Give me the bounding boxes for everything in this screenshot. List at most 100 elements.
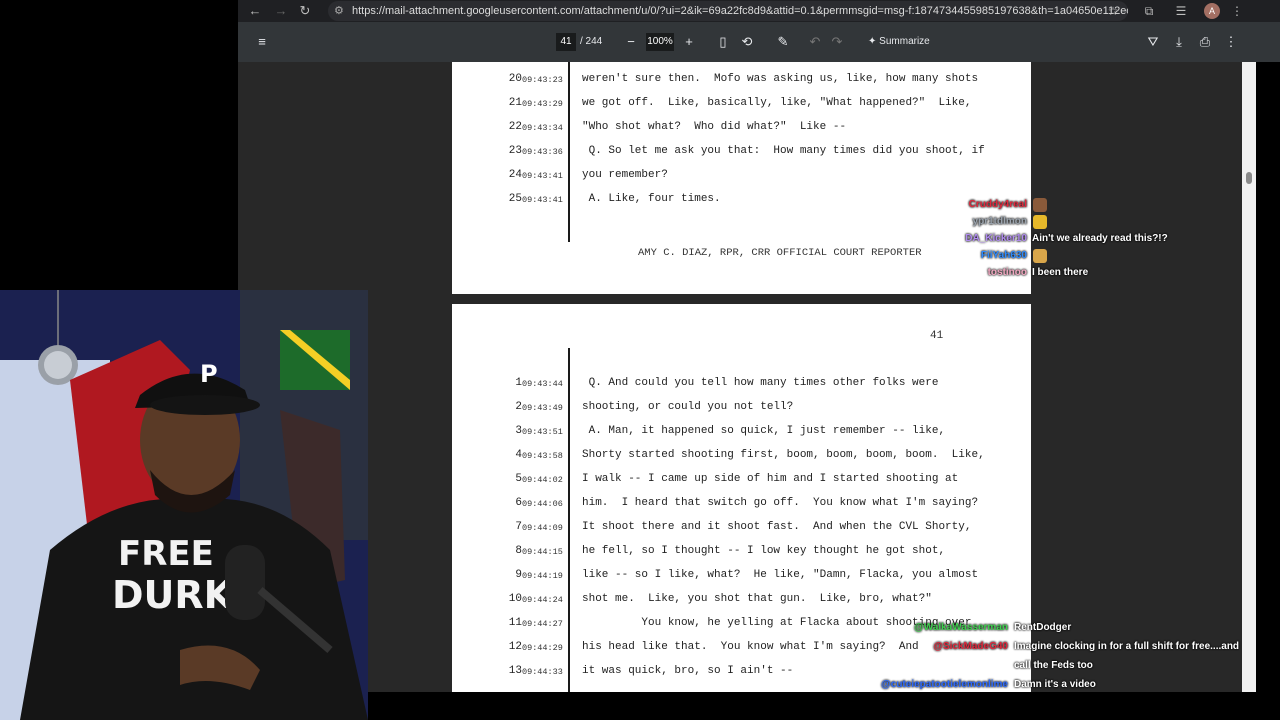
page-total: / 244 bbox=[580, 36, 603, 47]
line-text: he fell, so I thought -- I low key thoug… bbox=[582, 545, 946, 557]
chat-username: @SickMadeG40 bbox=[933, 641, 1008, 652]
line-timestamp: 09:44:24 bbox=[522, 595, 563, 605]
line-text: It shoot there and it shoot fast. And wh… bbox=[582, 521, 972, 533]
scrollbar-thumb[interactable] bbox=[1246, 172, 1252, 184]
line-number: 10 bbox=[508, 593, 522, 605]
undo-icon[interactable]: ↶ bbox=[808, 34, 822, 50]
pdf-toolbar: ≡ 41 / 244 − 100% + ▯ ⟲ ✎ ↶ ↷ ✦ Summariz… bbox=[238, 22, 1280, 62]
line-number: 22 bbox=[508, 121, 522, 133]
back-icon[interactable]: ← bbox=[246, 2, 264, 20]
chat-username: @WalkaWasserman bbox=[913, 622, 1008, 633]
line-timestamp: 09:43:34 bbox=[522, 123, 563, 133]
extensions-icon[interactable]: ⧉ bbox=[1140, 2, 1158, 20]
transcript-line: 3 09:43:51 A. Man, it happened so quick, … bbox=[452, 422, 1031, 446]
chat-text: I been there bbox=[1032, 267, 1089, 278]
line-number: 20 bbox=[508, 73, 522, 85]
line-number: 5 bbox=[515, 473, 522, 485]
chat-username: tostinoo bbox=[987, 267, 1027, 278]
right-black-region bbox=[1256, 62, 1280, 692]
summarize-icon: ✦ bbox=[868, 36, 880, 47]
transcript-line: 22 09:43:34 "Who shot what? Who did what?"… bbox=[452, 118, 1031, 142]
line-timestamp: 09:44:19 bbox=[522, 571, 563, 581]
transcript-line: 1 09:43:44 Q. And could you tell how many… bbox=[452, 374, 1031, 398]
line-text: "Who shot what? Who did what?" Like -- bbox=[582, 121, 847, 133]
shirt-text-line-1: FREE bbox=[118, 534, 214, 574]
bottom-black-strip bbox=[238, 692, 1280, 720]
chat-text: call the Feds too bbox=[1014, 660, 1093, 671]
page-number-input[interactable]: 41 bbox=[556, 33, 576, 51]
line-text: it was quick, bro, so I ain't -- bbox=[582, 665, 794, 677]
summarize-button[interactable]: ✦ Summarize bbox=[868, 34, 930, 50]
menu-icon[interactable]: ≡ bbox=[254, 34, 270, 50]
line-text: shot me. Like, you shot that gun. Like, … bbox=[582, 593, 932, 605]
shirt-text-line-2: DURK bbox=[112, 573, 235, 617]
transcript-line: 9 09:44:19 like -- so I like, what? He lik… bbox=[452, 566, 1031, 590]
chat-text: Ain't we already read this?!? bbox=[1032, 233, 1168, 244]
line-timestamp: 09:43:41 bbox=[522, 195, 563, 205]
address-bar[interactable]: ⚙ https://mail-attachment.googleusercont… bbox=[328, 1, 1128, 21]
browser-toolbar: ← → ↻ ⚙ https://mail-attachment.googleus… bbox=[238, 0, 1280, 22]
line-timestamp: 09:43:41 bbox=[522, 171, 563, 181]
zoom-input[interactable]: 100% bbox=[646, 33, 674, 51]
transcript-line: 6 09:44:06 him. I heard that switch go off… bbox=[452, 494, 1031, 518]
chat-text: Damn it's a video bbox=[1014, 679, 1096, 690]
line-number: 9 bbox=[515, 569, 522, 581]
rotate-icon[interactable]: ⟲ bbox=[740, 34, 754, 50]
webcam-image: P FREE DURK bbox=[0, 290, 368, 720]
line-timestamp: 09:43:44 bbox=[522, 379, 563, 389]
browser-menu-icon[interactable]: ⋮ bbox=[1228, 2, 1246, 20]
line-text: him. I heard that switch go off. You kno… bbox=[582, 497, 979, 509]
line-number: 2 bbox=[515, 401, 522, 413]
pdf-viewer[interactable]: 20 09:43:23 weren't sure then. Mofo was as… bbox=[238, 62, 1242, 692]
chat-text: RentDodger bbox=[1014, 622, 1072, 633]
transcript-line: 8 09:44:15 he fell, so I thought -- I low … bbox=[452, 542, 1031, 566]
line-text: you remember? bbox=[582, 169, 668, 181]
transcript-line: 20 09:43:23 weren't sure then. Mofo was as… bbox=[452, 70, 1031, 94]
line-number: 12 bbox=[508, 641, 522, 653]
line-number: 25 bbox=[508, 193, 522, 205]
print-icon[interactable]: ⎙ bbox=[1198, 34, 1212, 50]
line-number: 7 bbox=[515, 521, 522, 533]
profile-avatar[interactable]: A bbox=[1204, 3, 1220, 19]
chat-username: FiiYah630 bbox=[980, 250, 1027, 261]
transcript-line: 4 09:43:58 Shorty started shooting first, … bbox=[452, 446, 1031, 470]
bookmark-star-icon[interactable]: ☆ bbox=[1104, 2, 1122, 20]
line-text: weren't sure then. Mofo was asking us, l… bbox=[582, 73, 979, 85]
line-text: his head like that. You know what I'm sa… bbox=[582, 641, 919, 653]
reload-icon[interactable]: ↻ bbox=[296, 2, 314, 20]
pdf-page-current: 41 1 09:43:44 Q. And could you tell how m… bbox=[452, 304, 1031, 692]
url-text: https://mail-attachment.googleuserconten… bbox=[352, 5, 1128, 17]
chat-username: ypr1tdlmon bbox=[972, 216, 1027, 227]
line-timestamp: 09:43:51 bbox=[522, 427, 563, 437]
court-reporter-footer: AMY C. DIAZ, RPR, CRR OFFICIAL COURT REP… bbox=[638, 247, 922, 259]
transcript-line: 5 09:44:02 I walk -- I came up side of him… bbox=[452, 470, 1031, 494]
vertical-scrollbar[interactable] bbox=[1242, 62, 1256, 692]
reading-list-icon[interactable]: ☰ bbox=[1172, 2, 1190, 20]
line-number: 11 bbox=[508, 617, 522, 629]
site-info-icon[interactable]: ⚙ bbox=[334, 1, 344, 21]
redo-icon[interactable]: ↷ bbox=[830, 34, 844, 50]
annotate-icon[interactable]: ✎ bbox=[776, 34, 790, 50]
fit-page-icon[interactable]: ▯ bbox=[716, 34, 730, 50]
line-text: I walk -- I came up side of him and I st… bbox=[582, 473, 959, 485]
more-options-icon[interactable]: ⋮ bbox=[1224, 34, 1238, 50]
line-text: shooting, or could you not tell? bbox=[582, 401, 794, 413]
line-number: 3 bbox=[515, 425, 522, 437]
chat-text: Imagine clocking in for a full shift for… bbox=[1014, 641, 1240, 652]
zoom-out-icon[interactable]: − bbox=[624, 34, 638, 50]
forward-icon[interactable]: → bbox=[272, 2, 290, 20]
download-icon[interactable]: ⤓ bbox=[1172, 34, 1186, 50]
page-number-label: 41 bbox=[930, 330, 944, 342]
line-timestamp: 09:43:36 bbox=[522, 147, 563, 157]
transcript-line: 2 09:43:49 shooting, or could you not tell… bbox=[452, 398, 1031, 422]
cap-logo: P bbox=[200, 360, 218, 388]
line-timestamp: 09:43:58 bbox=[522, 451, 563, 461]
drive-save-icon[interactable]: ⛛ bbox=[1146, 34, 1160, 50]
zoom-in-icon[interactable]: + bbox=[682, 34, 696, 50]
line-number: 1 bbox=[515, 377, 522, 389]
chat-username: Cruddy4real bbox=[968, 199, 1027, 210]
chat-emote-icon bbox=[1033, 198, 1047, 212]
transcript-line: 24 09:43:41 you remember? bbox=[452, 166, 1031, 190]
line-text: A. Man, it happened so quick, I just rem… bbox=[582, 425, 946, 437]
line-number: 24 bbox=[508, 169, 522, 181]
